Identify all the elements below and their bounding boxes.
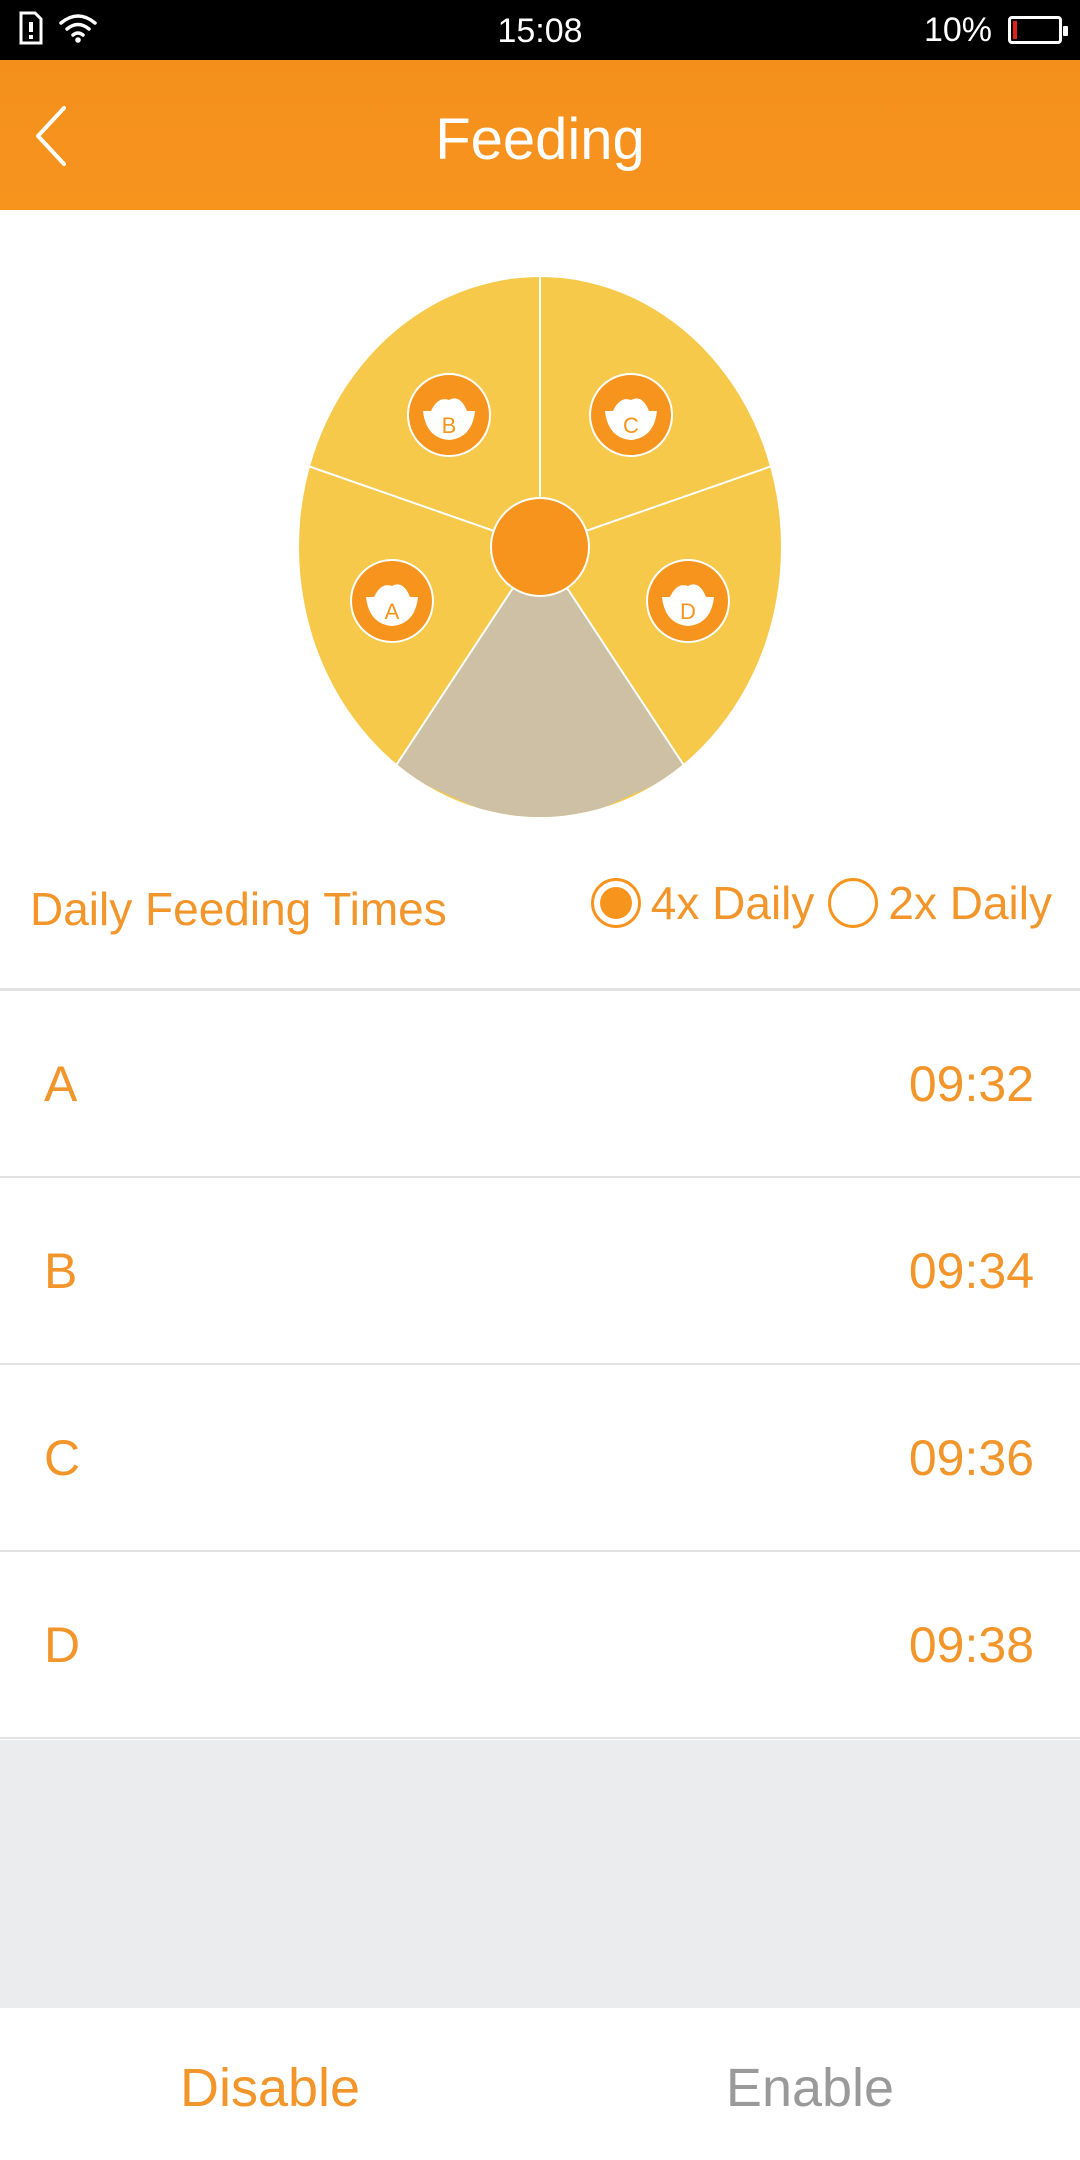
- daily-feeding-times-label: Daily Feeding Times: [30, 883, 447, 935]
- schedule-row-b[interactable]: B 09:34: [0, 1178, 1080, 1365]
- slot-name: A: [44, 1056, 78, 1112]
- slot-name: C: [44, 1430, 81, 1486]
- compartment-c-label: C: [623, 413, 639, 438]
- battery-percent: 10%: [923, 10, 992, 49]
- enable-button[interactable]: Enable: [540, 2008, 1080, 2160]
- feeding-schedule-list: A 09:32 B 09:34 C 09:36 D 09:38: [0, 991, 1080, 1739]
- compartment-c-badge[interactable]: C: [589, 373, 673, 457]
- radio-2x-daily[interactable]: 2x Daily: [828, 876, 1052, 930]
- slot-time[interactable]: 09:36: [909, 1365, 1034, 1552]
- chevron-left-icon: [36, 106, 66, 166]
- compartment-a-label: A: [385, 599, 400, 624]
- feeder-wheel-graphic: B C A D: [299, 276, 781, 817]
- slot-time[interactable]: 09:34: [909, 1178, 1034, 1365]
- schedule-row-d[interactable]: D 09:38: [0, 1552, 1080, 1739]
- feeding-frequency-radio-group: 4x Daily 2x Daily: [590, 876, 1052, 930]
- status-icons-right: 10%: [923, 0, 1068, 60]
- radio-checked-icon[interactable]: [590, 878, 641, 928]
- compartment-a-badge[interactable]: A: [350, 559, 434, 643]
- compartment-b-badge[interactable]: B: [407, 373, 491, 457]
- radio-unchecked-icon[interactable]: [828, 878, 879, 928]
- compartment-d-badge[interactable]: D: [646, 559, 730, 643]
- feeder-wheel: B C A D: [298, 276, 782, 818]
- slot-time[interactable]: 09:32: [909, 991, 1034, 1178]
- disable-button[interactable]: Disable: [0, 2008, 540, 2160]
- radio-2x-daily-label: 2x Daily: [888, 877, 1052, 929]
- status-time: 15:08: [497, 12, 583, 50]
- compartment-b-label: B: [442, 413, 457, 438]
- slot-time[interactable]: 09:38: [909, 1552, 1034, 1739]
- daily-feeding-times-row: Daily Feeding Times 4x Daily 2x Daily: [0, 860, 1080, 990]
- compartment-d-label: D: [680, 599, 696, 624]
- radio-4x-daily-label: 4x Daily: [650, 877, 815, 929]
- app-header: Feeding: [0, 60, 1080, 210]
- back-button[interactable]: [22, 96, 102, 176]
- empty-area: [0, 1740, 1080, 2008]
- slot-name: D: [44, 1617, 81, 1673]
- wheel-hub: [490, 497, 590, 597]
- page-title: Feeding: [435, 107, 645, 172]
- slot-name: B: [44, 1243, 78, 1299]
- schedule-row-c[interactable]: C 09:36: [0, 1365, 1080, 1552]
- battery-level-fill: [1013, 21, 1017, 39]
- schedule-row-a[interactable]: A 09:32: [0, 991, 1080, 1178]
- status-bar: 15:08 10%: [0, 0, 1080, 60]
- radio-4x-daily[interactable]: 4x Daily: [590, 876, 829, 930]
- bottom-action-bar: Disable Enable: [0, 2008, 1080, 2160]
- battery-icon: [1008, 16, 1068, 44]
